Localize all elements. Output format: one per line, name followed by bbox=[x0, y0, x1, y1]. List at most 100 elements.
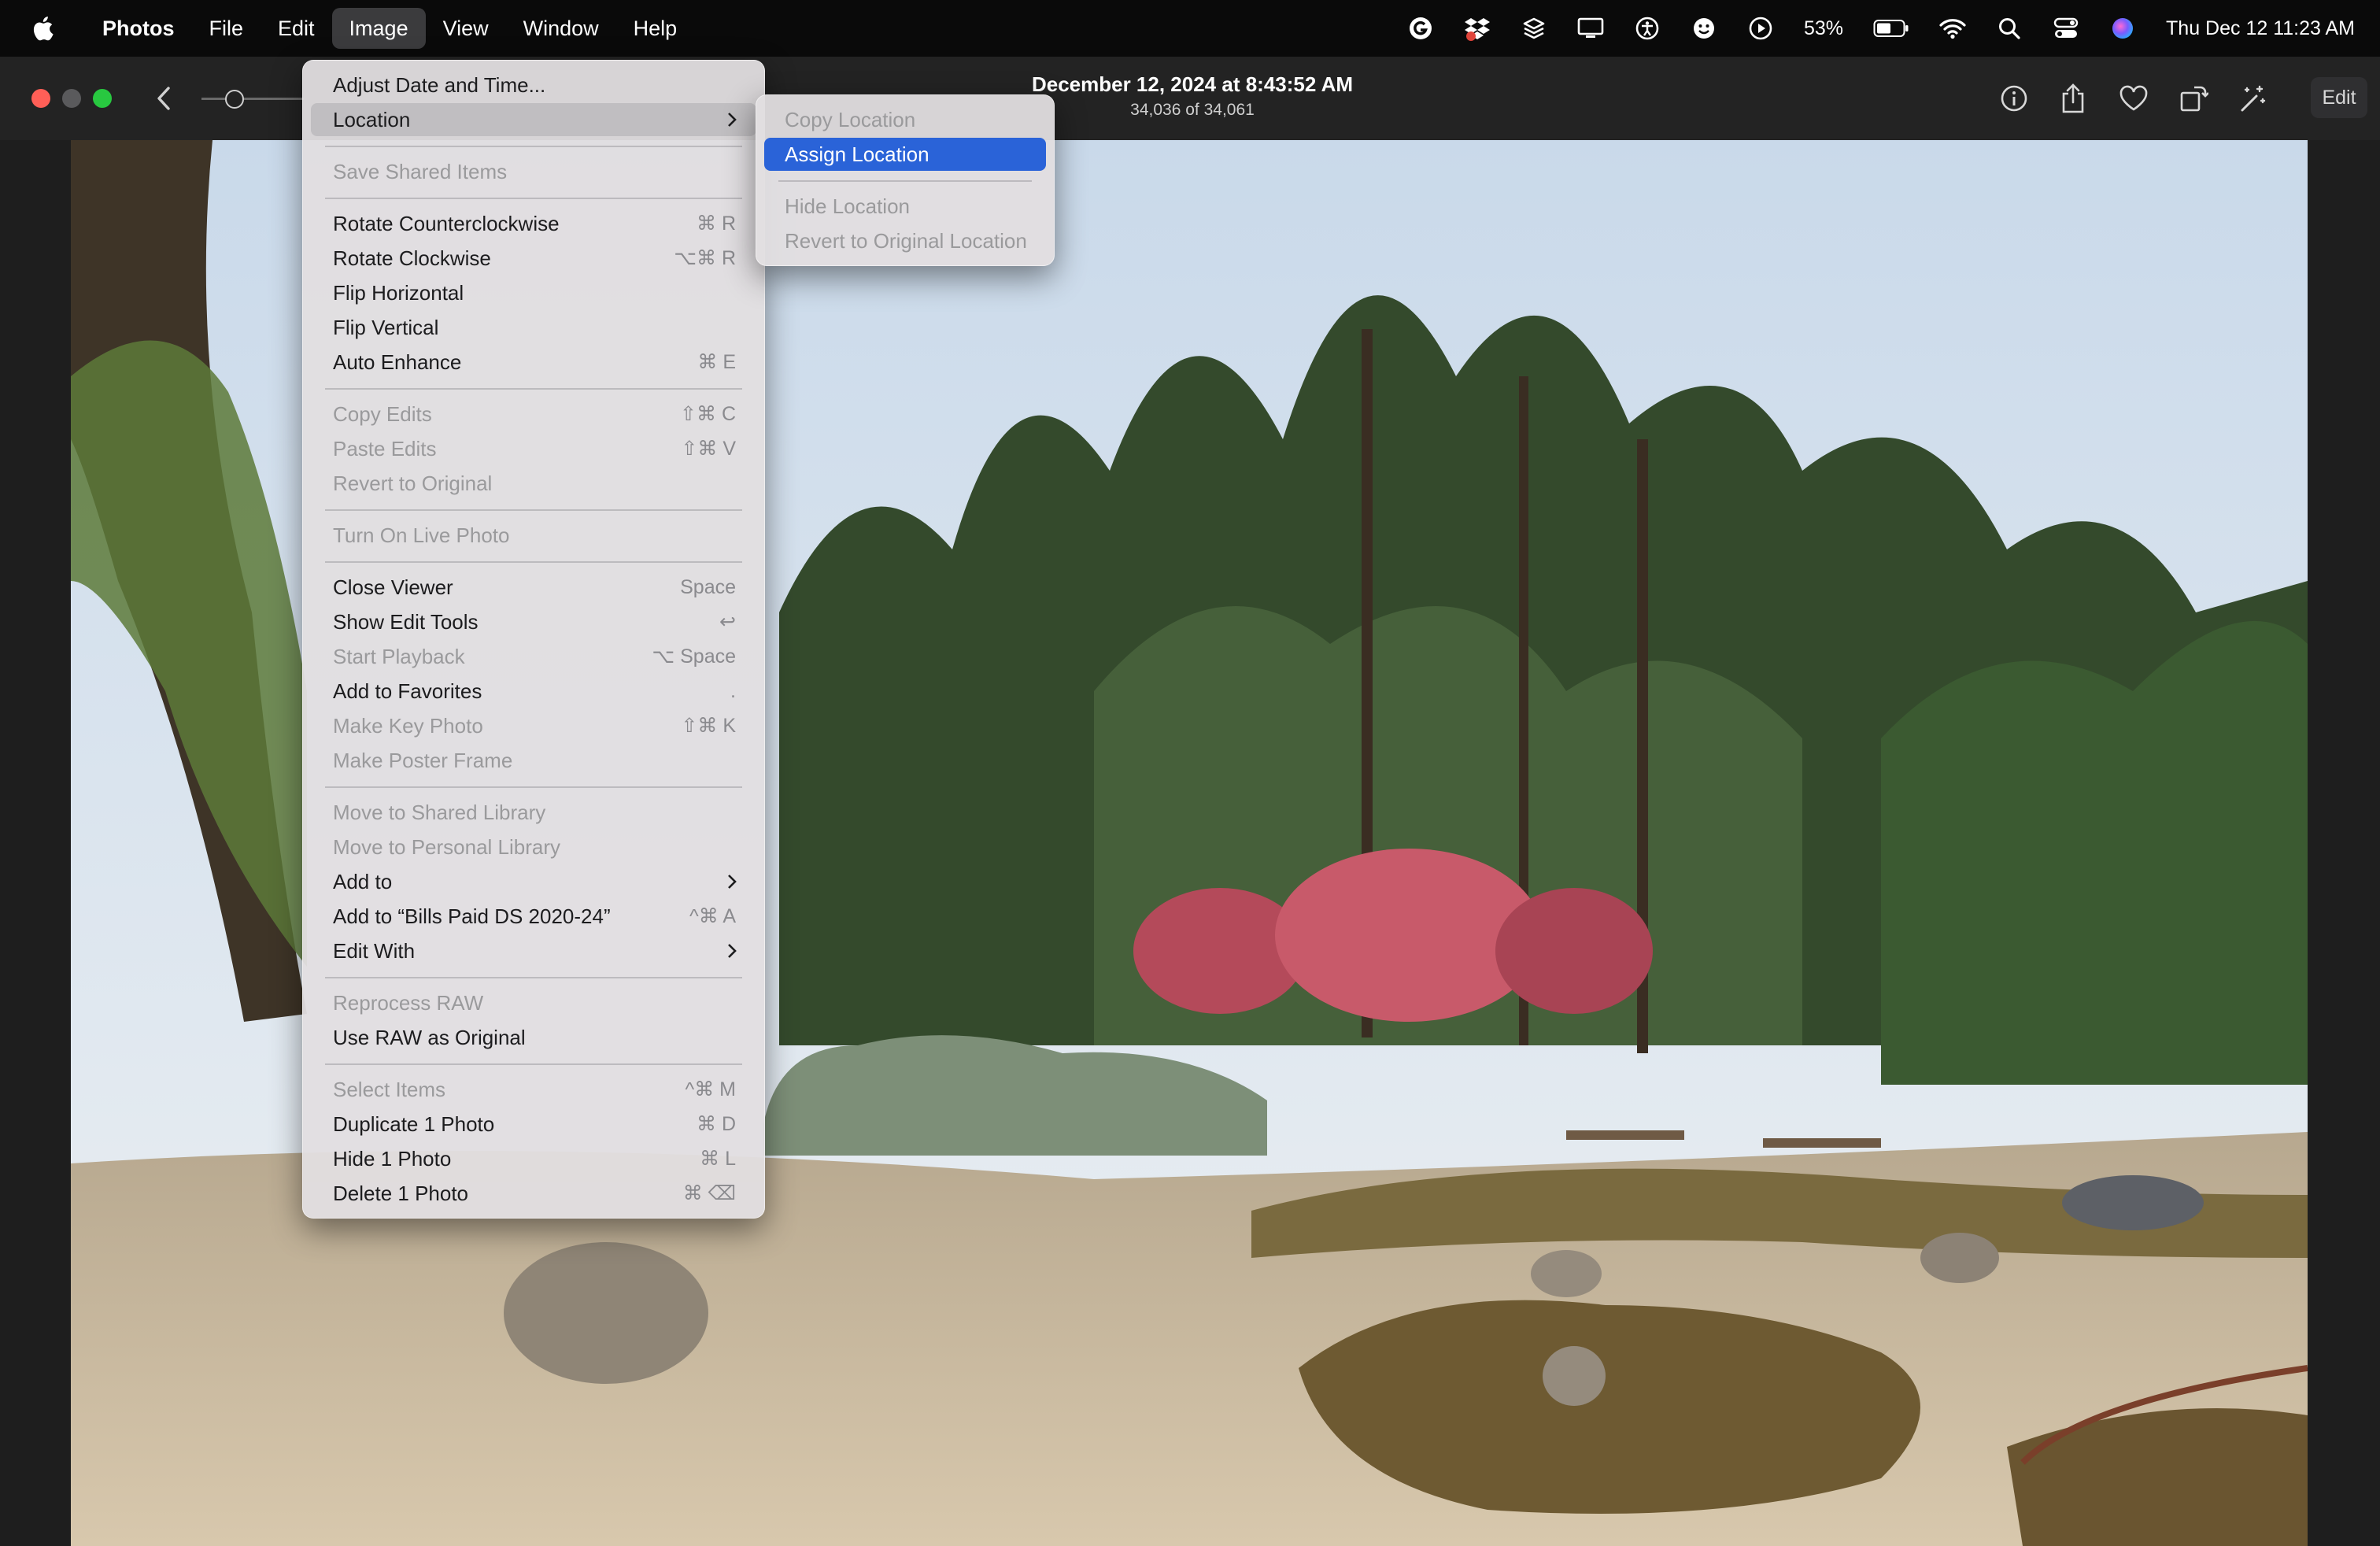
menu-item-assign-location[interactable]: Assign Location bbox=[764, 138, 1046, 171]
chevron-right-icon bbox=[728, 113, 737, 127]
menu-separator bbox=[325, 509, 742, 511]
menu-item-rotate-cw[interactable]: Rotate Clockwise ⌥⌘ R bbox=[311, 242, 756, 275]
menu-item-add-to-album[interactable]: Add to “Bills Paid DS 2020-24” ^⌘ A bbox=[311, 900, 756, 933]
menu-item-revert-to-original: Revert to Original bbox=[311, 467, 756, 500]
menu-item-use-raw-as-original[interactable]: Use RAW as Original bbox=[311, 1021, 756, 1054]
face-icon[interactable] bbox=[1691, 15, 1717, 42]
menu-item-label: Edit With bbox=[333, 939, 416, 963]
zoom-slider-thumb[interactable] bbox=[225, 90, 244, 109]
menu-item-label: Adjust Date and Time... bbox=[333, 73, 546, 97]
menu-separator bbox=[325, 561, 742, 563]
close-window-button[interactable] bbox=[31, 89, 50, 108]
menu-window[interactable]: Window bbox=[506, 8, 616, 49]
menu-file[interactable]: File bbox=[192, 8, 261, 49]
menu-separator bbox=[325, 146, 742, 147]
menu-help[interactable]: Help bbox=[616, 8, 695, 49]
menu-item-label: Select Items bbox=[333, 1078, 446, 1101]
menu-item-adjust-date-time[interactable]: Adjust Date and Time... bbox=[311, 68, 756, 102]
menu-item-label: Revert to Original bbox=[333, 472, 493, 495]
play-icon[interactable] bbox=[1747, 15, 1774, 42]
apple-icon[interactable] bbox=[31, 15, 54, 42]
menu-item-label: Move to Shared Library bbox=[333, 801, 546, 824]
menu-item-shortcut: ⌘ D bbox=[697, 1113, 736, 1135]
menu-item-delete-photo[interactable]: Delete 1 Photo ⌘ ⌫ bbox=[311, 1177, 756, 1210]
zoom-slider[interactable] bbox=[201, 88, 304, 110]
layers-icon[interactable] bbox=[1521, 15, 1547, 42]
menu-item-rotate-ccw[interactable]: Rotate Counterclockwise ⌘ R bbox=[311, 207, 756, 240]
minimize-window-button[interactable] bbox=[62, 89, 81, 108]
menu-item-label: Move to Personal Library bbox=[333, 835, 561, 859]
zoom-slider-track bbox=[201, 98, 304, 100]
menu-item-label: Rotate Clockwise bbox=[333, 246, 491, 270]
menu-item-revert-to-original-location: Revert to Original Location bbox=[764, 224, 1046, 257]
siri-icon[interactable] bbox=[2109, 15, 2136, 42]
menu-item-label: Delete 1 Photo bbox=[333, 1182, 469, 1205]
menu-item-copy-location: Copy Location bbox=[764, 103, 1046, 136]
menu-item-shortcut: ⌥ Space bbox=[652, 645, 736, 668]
photo-date-title: December 12, 2024 at 8:43:52 AM bbox=[1031, 72, 1354, 96]
menu-item-close-viewer[interactable]: Close Viewer Space bbox=[311, 571, 756, 604]
menu-edit[interactable]: Edit bbox=[261, 8, 332, 49]
enhance-icon[interactable] bbox=[2235, 81, 2270, 116]
menu-item-move-to-personal-library: Move to Personal Library bbox=[311, 830, 756, 864]
grammarly-icon[interactable] bbox=[1407, 15, 1434, 42]
menu-item-shortcut: Space bbox=[680, 576, 736, 598]
menu-separator bbox=[325, 388, 742, 390]
menu-item-paste-edits: Paste Edits ⇧⌘ V bbox=[311, 432, 756, 465]
menu-item-label: Flip Horizontal bbox=[333, 281, 464, 305]
battery-icon[interactable] bbox=[1873, 15, 1909, 42]
menu-item-label: Rotate Counterclockwise bbox=[333, 212, 560, 235]
menu-item-shortcut: ^⌘ A bbox=[689, 905, 736, 927]
menu-item-reprocess-raw: Reprocess RAW bbox=[311, 986, 756, 1019]
menu-item-shortcut: ⌘ ⌫ bbox=[682, 1182, 736, 1204]
clock[interactable]: Thu Dec 12 11:23 AM bbox=[2166, 17, 2355, 40]
zoom-window-button[interactable] bbox=[93, 89, 112, 108]
menu-item-make-poster-frame: Make Poster Frame bbox=[311, 744, 756, 777]
control-center-icon[interactable] bbox=[2053, 15, 2079, 42]
share-icon[interactable] bbox=[2056, 81, 2090, 116]
menu-item-move-to-shared-library: Move to Shared Library bbox=[311, 796, 756, 829]
menu-item-shortcut: ⌘ E bbox=[697, 351, 736, 373]
menu-item-label: Copy Edits bbox=[333, 402, 432, 426]
menu-item-auto-enhance[interactable]: Auto Enhance ⌘ E bbox=[311, 346, 756, 379]
wifi-icon[interactable] bbox=[1939, 15, 1966, 42]
menu-item-flip-vertical[interactable]: Flip Vertical bbox=[311, 311, 756, 344]
menu-item-edit-with[interactable]: Edit With bbox=[311, 934, 756, 967]
menu-separator bbox=[325, 1063, 742, 1065]
menu-item-shortcut: . bbox=[730, 680, 736, 702]
menu-item-location[interactable]: Location bbox=[311, 103, 756, 136]
back-chevron-icon[interactable] bbox=[146, 81, 181, 116]
display-icon[interactable] bbox=[1577, 15, 1604, 42]
menu-item-make-key-photo: Make Key Photo ⇧⌘ K bbox=[311, 709, 756, 742]
info-icon[interactable] bbox=[1997, 81, 2031, 116]
menu-item-hide-photo[interactable]: Hide 1 Photo ⌘ L bbox=[311, 1142, 756, 1175]
menu-item-select-items: Select Items ^⌘ M bbox=[311, 1073, 756, 1106]
menu-item-shortcut: ⌘ R bbox=[697, 213, 736, 235]
status-area: 53% Thu Dec 12 11:23 AM bbox=[1407, 0, 2355, 57]
menu-item-show-edit-tools[interactable]: Show Edit Tools ↩ bbox=[311, 605, 756, 638]
chevron-right-icon bbox=[728, 944, 737, 958]
heart-icon[interactable] bbox=[2116, 81, 2151, 116]
search-icon[interactable] bbox=[1996, 15, 2023, 42]
menu-image[interactable]: Image bbox=[331, 8, 426, 49]
menu-item-label: Add to bbox=[333, 870, 393, 893]
menu-item-label: Turn On Live Photo bbox=[333, 523, 510, 547]
menu-item-add-to[interactable]: Add to bbox=[311, 865, 756, 898]
menu-item-shortcut: ⌘ L bbox=[700, 1148, 736, 1170]
menu-separator bbox=[325, 786, 742, 788]
menu-item-start-playback: Start Playback ⌥ Space bbox=[311, 640, 756, 673]
menu-item-flip-horizontal[interactable]: Flip Horizontal bbox=[311, 276, 756, 309]
menu-item-add-to-favorites[interactable]: Add to Favorites. bbox=[311, 675, 756, 708]
rotate-icon[interactable] bbox=[2176, 81, 2211, 116]
edit-button[interactable]: Edit bbox=[2311, 77, 2367, 118]
dropbox-icon[interactable] bbox=[1464, 15, 1491, 42]
menu-photos[interactable]: Photos bbox=[85, 8, 192, 49]
chevron-right-icon bbox=[728, 875, 737, 889]
accessibility-icon[interactable] bbox=[1634, 15, 1661, 42]
menu-item-copy-edits: Copy Edits ⇧⌘ C bbox=[311, 398, 756, 431]
menu-item-duplicate-photo[interactable]: Duplicate 1 Photo ⌘ D bbox=[311, 1108, 756, 1141]
menu-item-shortcut: ↩ bbox=[719, 611, 736, 633]
menu-view[interactable]: View bbox=[426, 8, 506, 49]
location-submenu: Copy Location Assign Location Hide Locat… bbox=[756, 94, 1055, 266]
menu-item-shortcut: ⇧⌘ V bbox=[681, 438, 736, 460]
